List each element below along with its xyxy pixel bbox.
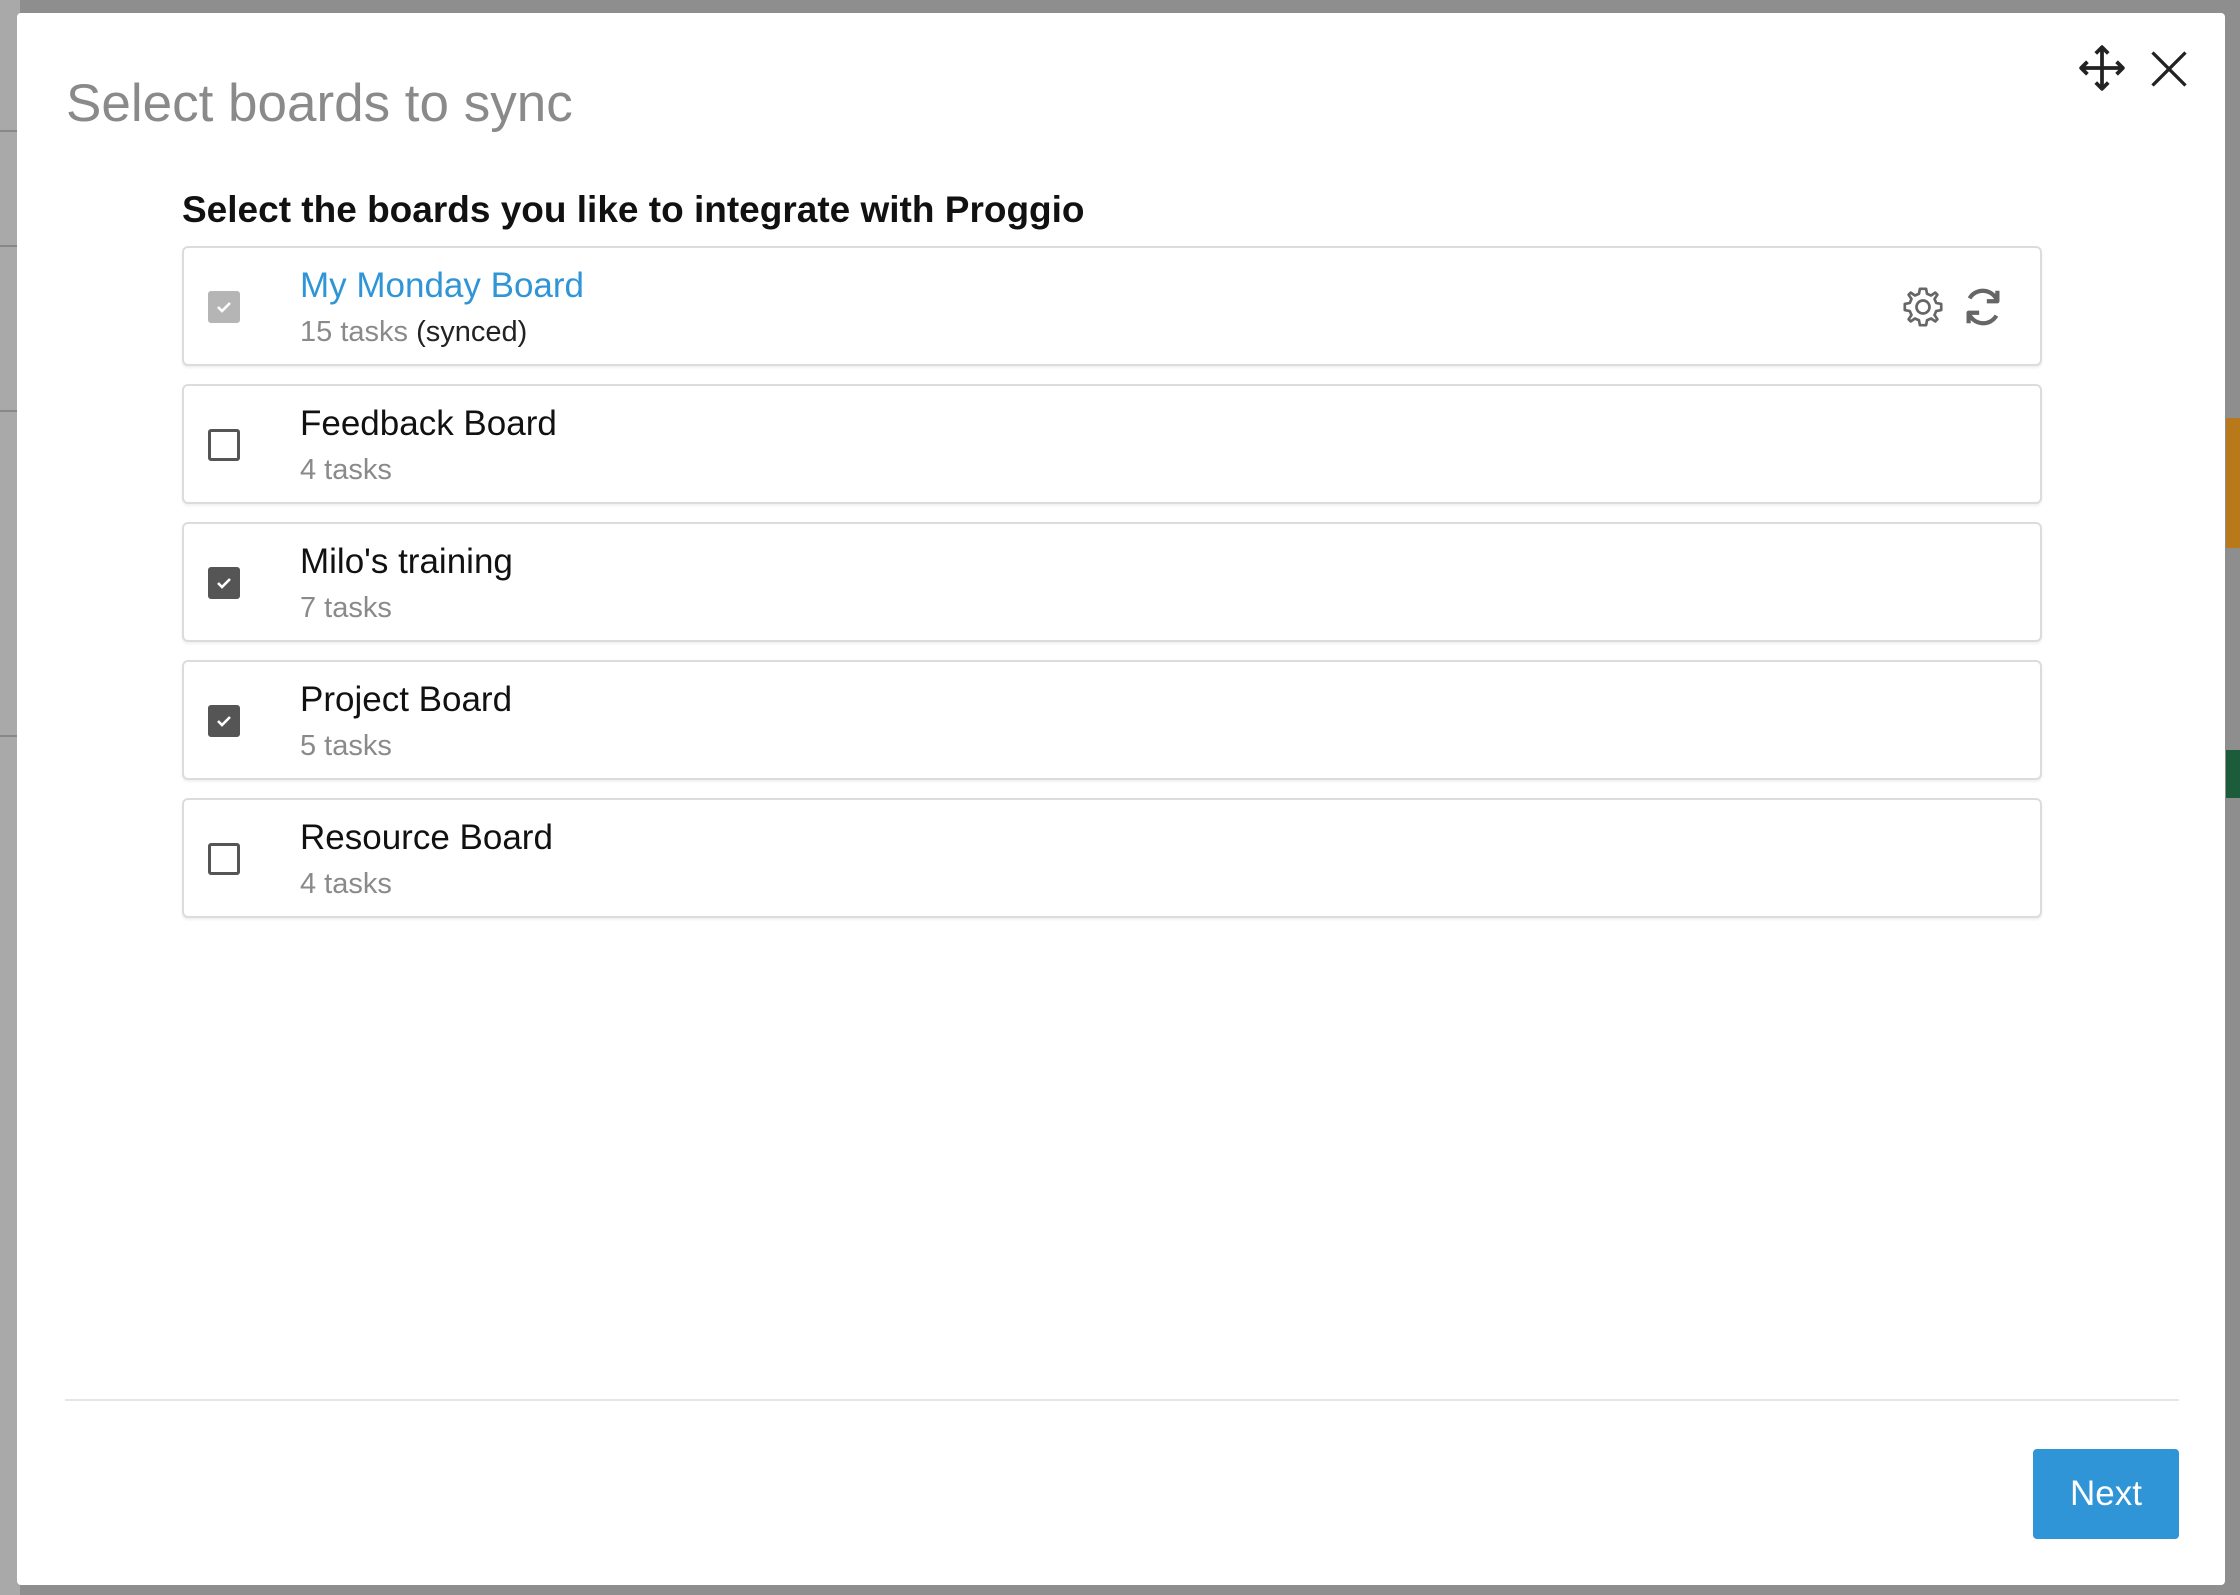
task-count: 15 tasks	[300, 316, 408, 348]
board-name: Project Board	[300, 680, 513, 719]
task-count: 4 tasks	[300, 454, 392, 486]
board-checkbox	[208, 291, 240, 323]
move-icon[interactable]	[2077, 43, 2127, 93]
board-checkbox[interactable]	[208, 567, 240, 599]
board-name: Milo's training	[300, 542, 513, 581]
board-name: Feedback Board	[300, 404, 557, 443]
board-meta: 15 tasks (synced)	[300, 316, 527, 349]
board-checkbox[interactable]	[208, 429, 240, 461]
board-meta: 4 tasks	[300, 868, 392, 901]
check-icon	[217, 716, 231, 727]
board-meta: 7 tasks	[300, 592, 392, 625]
sync-boards-dialog: Select boards to sync Select the boards …	[17, 13, 2225, 1585]
sync-status: (synced)	[416, 316, 528, 348]
check-icon	[217, 578, 231, 589]
task-count: 7 tasks	[300, 592, 392, 624]
board-list: My Monday Board 15 tasks (synced) Feedba…	[182, 246, 2042, 936]
board-meta: 4 tasks	[300, 454, 392, 487]
dialog-subtitle: Select the boards you like to integrate …	[182, 189, 1085, 230]
board-name: Resource Board	[300, 818, 553, 857]
sync-icon[interactable]	[1960, 284, 2006, 330]
board-row: Feedback Board 4 tasks	[182, 384, 2042, 504]
gear-icon[interactable]	[1900, 284, 1946, 330]
board-checkbox[interactable]	[208, 843, 240, 875]
footer-divider	[65, 1399, 2179, 1401]
next-button[interactable]: Next	[2033, 1449, 2179, 1539]
board-checkbox[interactable]	[208, 705, 240, 737]
board-name-link[interactable]: My Monday Board	[300, 266, 584, 306]
board-row: Resource Board 4 tasks	[182, 798, 2042, 918]
task-count: 5 tasks	[300, 730, 392, 762]
close-icon[interactable]	[2147, 47, 2191, 91]
task-count: 4 tasks	[300, 868, 392, 900]
check-icon	[217, 302, 231, 313]
dialog-title: Select boards to sync	[66, 74, 573, 133]
board-row: My Monday Board 15 tasks (synced)	[182, 246, 2042, 366]
board-meta: 5 tasks	[300, 730, 392, 763]
board-row: Project Board 5 tasks	[182, 660, 2042, 780]
background-tag	[2226, 418, 2240, 548]
background-tag	[2226, 750, 2240, 798]
board-row: Milo's training 7 tasks	[182, 522, 2042, 642]
